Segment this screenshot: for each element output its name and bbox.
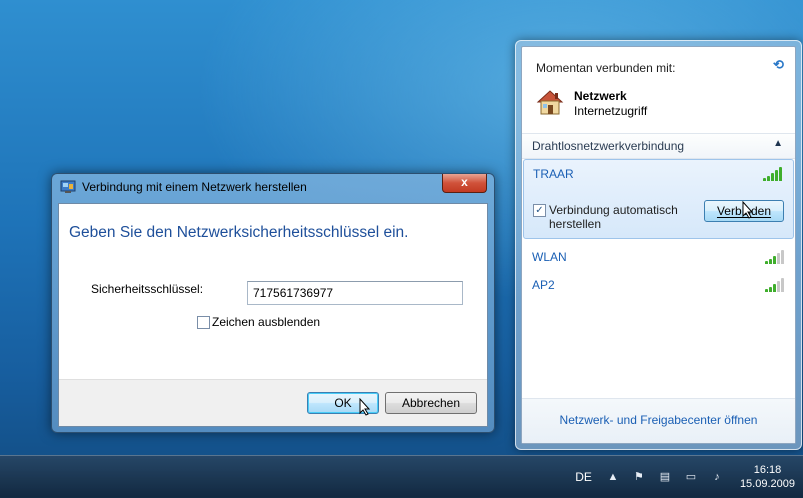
security-key-input[interactable] — [247, 281, 463, 305]
network-flyout-panel: Momentan verbunden mit: ⟲ Netzwerk Inter… — [521, 46, 796, 444]
wireless-section-label: Drahtlosnetzwerkverbindung — [532, 139, 685, 153]
network-flyout: Momentan verbunden mit: ⟲ Netzwerk Inter… — [515, 40, 802, 450]
hide-characters-checkbox[interactable] — [197, 316, 210, 329]
network-name-ap2: AP2 — [532, 278, 555, 292]
power-plug-icon[interactable]: ▤ — [658, 471, 672, 483]
action-center-flag-icon[interactable]: ⚑ — [632, 471, 646, 483]
mouse-cursor-icon — [742, 201, 754, 219]
flyout-footer: Netzwerk- und Freigabecenter öffnen — [522, 398, 795, 443]
network-key-dialog: Verbindung mit einem Netzwerk herstellen… — [51, 173, 495, 433]
connected-to-label: Momentan verbunden mit: — [536, 61, 676, 75]
cancel-button[interactable]: Abbrechen — [385, 392, 477, 414]
clock[interactable]: 16:18 15.09.2009 — [740, 463, 795, 491]
language-indicator[interactable]: DE — [575, 470, 592, 484]
dialog-content: Geben Sie den Netzwerksicherheitsschlüss… — [58, 203, 488, 427]
dialog-heading: Geben Sie den Netzwerksicherheitsschlüss… — [69, 224, 409, 241]
security-key-label: Sicherheitsschlüssel: — [91, 282, 204, 296]
dialog-title: Verbindung mit einem Netzwerk herstellen — [82, 180, 307, 194]
show-hidden-icons-icon[interactable]: ▲ — [606, 471, 620, 483]
clock-date: 15.09.2009 — [739, 478, 795, 490]
auto-connect-checkbox[interactable]: ✓ — [533, 204, 546, 217]
clock-time: 16:18 — [753, 464, 782, 476]
close-button[interactable]: x — [442, 174, 487, 193]
auto-connect-label: Verbindung automatisch herstellen — [549, 203, 678, 231]
network-wizard-icon — [60, 180, 76, 193]
network-item-traar[interactable]: TRAAR ✓ Verbindung automatisch herstelle… — [523, 159, 794, 239]
network-icon[interactable]: ▭ — [684, 471, 698, 483]
network-sharing-center-link[interactable]: Netzwerk- und Freigabecenter öffnen — [522, 413, 795, 427]
refresh-icon[interactable]: ⟲ — [773, 57, 787, 72]
signal-strength-icon — [765, 250, 785, 264]
home-network-icon — [536, 90, 564, 115]
network-item-wlan[interactable]: WLAN — [522, 245, 795, 269]
network-name-traar: TRAAR — [533, 167, 574, 181]
dialog-button-bar: OK Abbrechen — [59, 379, 487, 426]
mouse-cursor-icon — [359, 398, 371, 416]
hide-characters-label: Zeichen ausblenden — [212, 315, 321, 329]
wireless-section-header[interactable]: Drahtlosnetzwerkverbindung ▲ — [522, 133, 795, 159]
system-tray: DE ▲ ⚑ ▤ ▭ ♪ 16:18 15.09.2009 — [575, 456, 795, 498]
volume-icon[interactable]: ♪ — [710, 471, 724, 483]
taskbar: DE ▲ ⚑ ▤ ▭ ♪ 16:18 15.09.2009 — [0, 455, 803, 498]
network-name-wlan: WLAN — [532, 250, 567, 264]
network-item-ap2[interactable]: AP2 — [522, 273, 795, 297]
current-network-name: Netzwerk — [574, 89, 627, 103]
signal-strength-icon — [765, 278, 785, 292]
signal-strength-icon — [763, 167, 783, 181]
chevron-up-icon[interactable]: ▲ — [773, 138, 783, 149]
current-network-status: Internetzugriff — [574, 104, 648, 118]
